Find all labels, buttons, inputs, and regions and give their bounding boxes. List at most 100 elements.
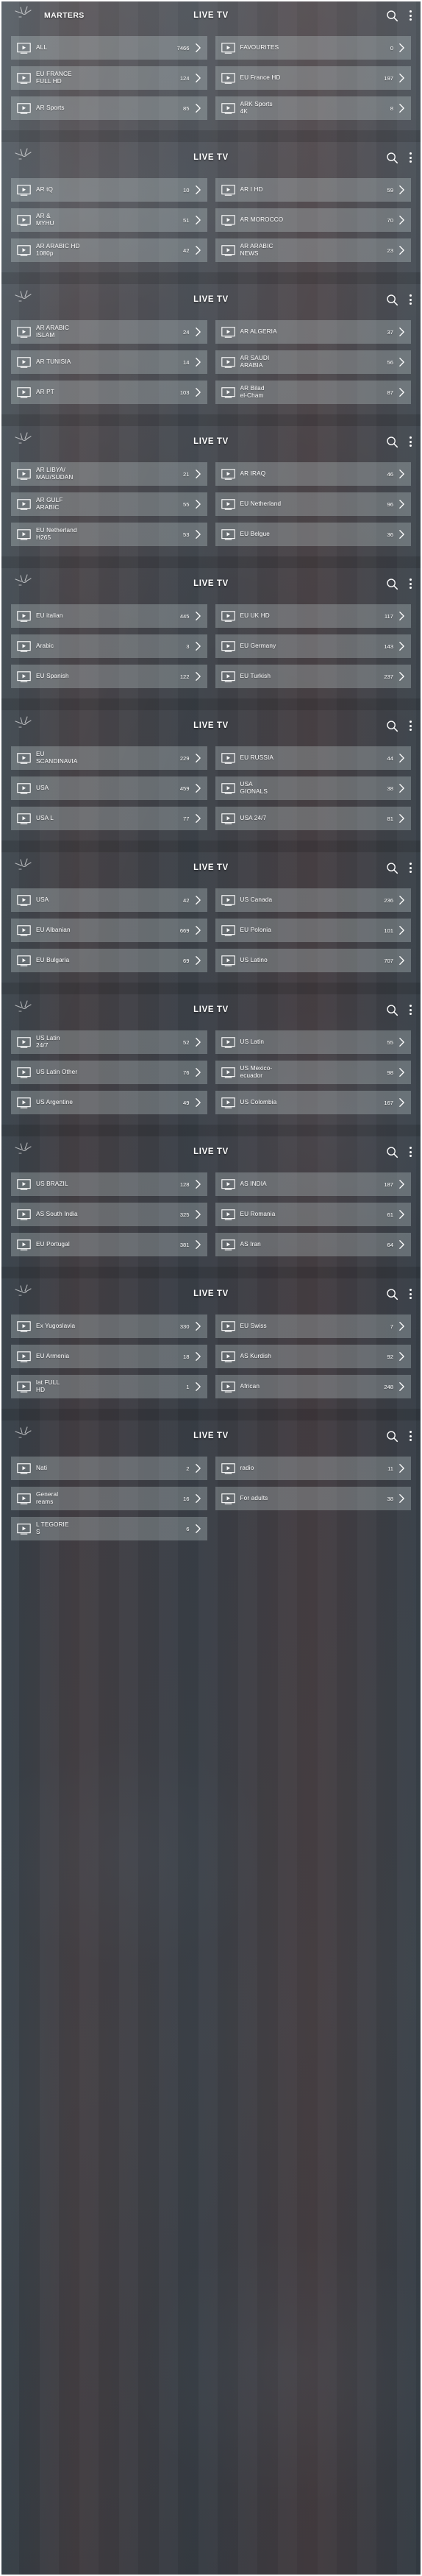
search-button[interactable]	[385, 1145, 398, 1158]
category-tile[interactable]: African 248	[215, 1375, 411, 1398]
search-icon[interactable]	[386, 862, 398, 874]
category-tile[interactable]: AR LIBYA/ MAU/SUDAN 21	[11, 462, 207, 486]
more-vertical-icon[interactable]	[409, 577, 412, 590]
category-tile[interactable]: EU Armenia 18	[11, 1345, 207, 1368]
search-button[interactable]	[385, 9, 398, 22]
category-tile[interactable]: EU Netherland 96	[215, 492, 411, 516]
category-tile[interactable]: ALL 7466	[11, 36, 207, 60]
category-tile[interactable]: AR Sports 85	[11, 96, 207, 120]
search-icon[interactable]	[386, 720, 398, 732]
category-tile[interactable]: USA 459	[11, 776, 207, 800]
category-tile[interactable]: AR ARABIC ISLAM 24	[11, 320, 207, 344]
search-button[interactable]	[385, 151, 398, 164]
category-tile[interactable]: EU Bulgaria 69	[11, 949, 207, 972]
category-tile[interactable]: Arabic 3	[11, 634, 207, 658]
category-tile[interactable]: Ex Yugoslavia 330	[11, 1314, 207, 1338]
category-tile[interactable]: US Latin 24/7 52	[11, 1030, 207, 1054]
category-tile[interactable]: EU RUSSIA 44	[215, 746, 411, 770]
search-button[interactable]	[385, 861, 398, 874]
category-tile[interactable]: AR Bilad el-Cham 87	[215, 381, 411, 404]
search-icon[interactable]	[386, 1146, 398, 1158]
category-tile[interactable]: AR SAUDI ARABIA 56	[215, 350, 411, 374]
category-tile[interactable]: EU Albanian 669	[11, 919, 207, 942]
category-tile[interactable]: USA 24/7 81	[215, 807, 411, 830]
category-tile[interactable]: US Canada 236	[215, 888, 411, 912]
category-tile[interactable]: EU Turkish 237	[215, 665, 411, 688]
scroll-container[interactable]: MARTERS LIVE TV ALL 7466 FAVOURITES 0 EU FRANC…	[0, 0, 422, 1551]
more-vertical-icon[interactable]	[409, 1429, 412, 1443]
more-vertical-icon[interactable]	[409, 435, 412, 448]
category-tile[interactable]: AR & MYHU 51	[11, 208, 207, 232]
category-tile[interactable]: General reams 16	[11, 1487, 207, 1510]
more-vertical-icon[interactable]	[409, 151, 412, 164]
category-tile[interactable]: FAVOURITES 0	[215, 36, 411, 60]
search-button[interactable]	[385, 1429, 398, 1443]
category-tile[interactable]: AR I HD 59	[215, 178, 411, 202]
category-tile[interactable]: EU UK HD 117	[215, 604, 411, 628]
category-tile[interactable]: EU Polonia 101	[215, 919, 411, 942]
category-tile[interactable]: EU Germany 143	[215, 634, 411, 658]
category-tile[interactable]: US Mexico- ecuador 98	[215, 1061, 411, 1084]
more-vertical-icon[interactable]	[409, 1287, 412, 1301]
category-tile[interactable]: AS INDIA 187	[215, 1172, 411, 1196]
category-tile[interactable]: Nati 2	[11, 1457, 207, 1480]
category-tile[interactable]: EU Swiss 7	[215, 1314, 411, 1338]
category-tile[interactable]: AR ALGERIA 37	[215, 320, 411, 344]
category-tile[interactable]: EU italian 445	[11, 604, 207, 628]
category-tile[interactable]: EU FRANCE FULL HD 124	[11, 66, 207, 90]
search-button[interactable]	[385, 577, 398, 590]
more-vertical-icon[interactable]	[409, 1003, 412, 1016]
category-tile[interactable]: AS South India 325	[11, 1203, 207, 1226]
category-tile[interactable]: AR TUNISIA 14	[11, 350, 207, 374]
search-button[interactable]	[385, 719, 398, 732]
category-tile[interactable]: AR ARABIC HD 1080p 42	[11, 238, 207, 262]
category-tile[interactable]: USA L 77	[11, 807, 207, 830]
category-tile[interactable]: EU France HD 197	[215, 66, 411, 90]
search-button[interactable]	[385, 435, 398, 448]
search-icon[interactable]	[386, 436, 398, 448]
category-tile[interactable]: AR tQ 10	[11, 178, 207, 202]
category-tile[interactable]: EU Romania 61	[215, 1203, 411, 1226]
category-tile[interactable]: EU Belgue 36	[215, 523, 411, 546]
more-vertical-icon[interactable]	[409, 293, 412, 306]
category-tile[interactable]: ARK Sports 4K 8	[215, 96, 411, 120]
category-tile[interactable]: US Latin Other 76	[11, 1061, 207, 1084]
search-button[interactable]	[385, 1287, 398, 1301]
category-tile[interactable]: USA 42	[11, 888, 207, 912]
category-tile[interactable]: EU Portugal 381	[11, 1233, 207, 1256]
search-icon[interactable]	[386, 578, 398, 590]
category-tile[interactable]: USA GIONALS 38	[215, 776, 411, 800]
search-button[interactable]	[385, 1003, 398, 1016]
category-tile[interactable]: US Colombia 167	[215, 1091, 411, 1114]
category-tile[interactable]: lat FULL HD 1	[11, 1375, 207, 1398]
category-tile[interactable]: AR MOROCCO 70	[215, 208, 411, 232]
category-tile[interactable]: AR ARABIC NEWS 23	[215, 238, 411, 262]
category-label: EU Romania	[240, 1210, 276, 1217]
category-tile[interactable]: EU Spanish 122	[11, 665, 207, 688]
category-tile[interactable]: AS Kurdish 92	[215, 1345, 411, 1368]
category-tile[interactable]: US Latin 55	[215, 1030, 411, 1054]
search-icon[interactable]	[386, 1004, 398, 1016]
category-tile[interactable]: EU Netherland H265 53	[11, 523, 207, 546]
search-icon[interactable]	[386, 10, 398, 22]
category-tile[interactable]: radio 11	[215, 1457, 411, 1480]
category-tile[interactable]: AR PT 103	[11, 381, 207, 404]
category-tile[interactable]: AR IRAQ 46	[215, 462, 411, 486]
search-icon[interactable]	[386, 152, 398, 164]
more-vertical-icon[interactable]	[409, 719, 412, 732]
search-icon[interactable]	[386, 1430, 398, 1443]
search-icon[interactable]	[386, 294, 398, 306]
category-tile[interactable]: For adults 38	[215, 1487, 411, 1510]
category-tile[interactable]: US Argentine 49	[11, 1091, 207, 1114]
category-tile[interactable]: AR GULF ARABIC 55	[11, 492, 207, 516]
more-vertical-icon[interactable]	[409, 1145, 412, 1158]
category-tile[interactable]: EU SCANDINAVIA 229	[11, 746, 207, 770]
category-tile[interactable]: US Latino 707	[215, 949, 411, 972]
search-button[interactable]	[385, 293, 398, 306]
category-tile[interactable]: AS Iran 64	[215, 1233, 411, 1256]
more-vertical-icon[interactable]	[409, 861, 412, 874]
search-icon[interactable]	[386, 1288, 398, 1301]
category-tile[interactable]: US BRAZIL 128	[11, 1172, 207, 1196]
category-tile[interactable]: L TEGORIE S 6	[11, 1517, 207, 1540]
more-vertical-icon[interactable]	[409, 9, 412, 22]
